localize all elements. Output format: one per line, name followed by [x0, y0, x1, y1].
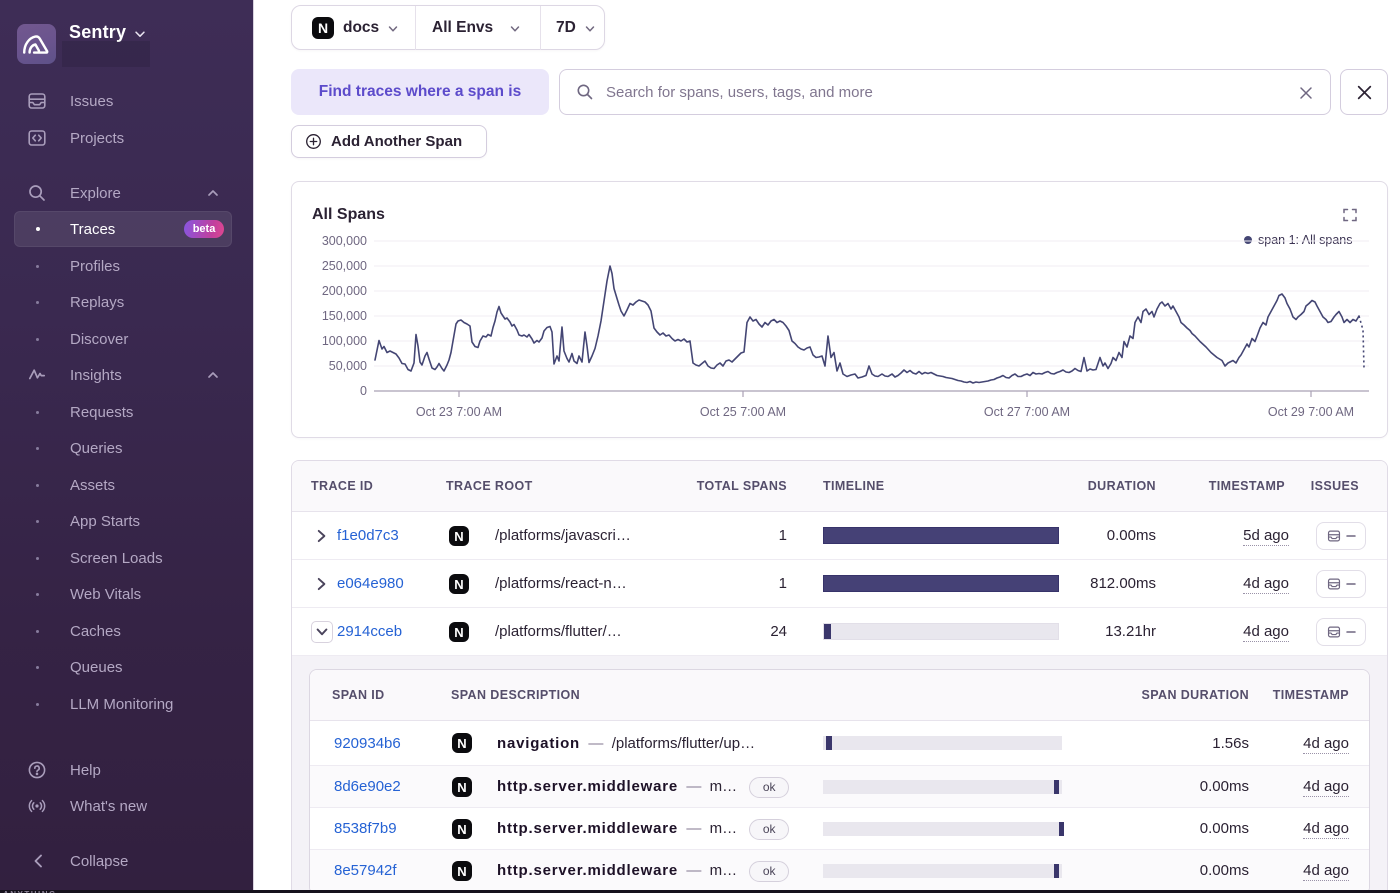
svg-text:250,000: 250,000 [322, 259, 367, 273]
svg-text:Oct 29 7:00 AM: Oct 29 7:00 AM [1268, 405, 1354, 419]
svg-text:300,000: 300,000 [322, 234, 367, 248]
svg-text:Oct 25 7:00 AM: Oct 25 7:00 AM [700, 405, 786, 419]
svg-text:Oct 23 7:00 AM: Oct 23 7:00 AM [416, 405, 502, 419]
svg-text:0: 0 [360, 384, 367, 398]
svg-text:200,000: 200,000 [322, 284, 367, 298]
svg-text:100,000: 100,000 [322, 334, 367, 348]
svg-text:Oct 27 7:00 AM: Oct 27 7:00 AM [984, 405, 1070, 419]
svg-text:50,000: 50,000 [329, 359, 367, 373]
svg-text:150,000: 150,000 [322, 309, 367, 323]
